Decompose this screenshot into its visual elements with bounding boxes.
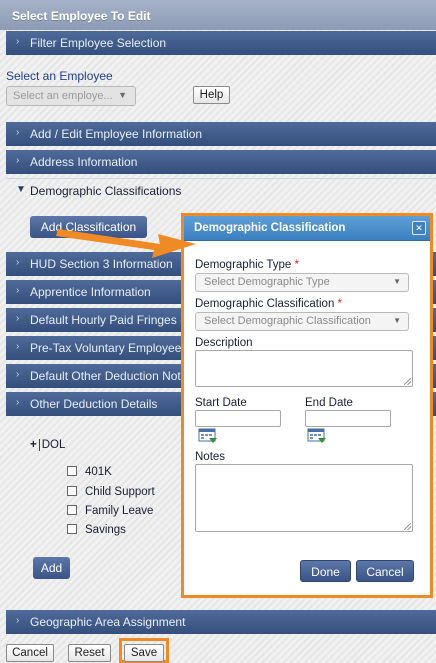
chevron-right-icon: › [16,369,20,380]
chevron-right-icon: › [16,127,20,138]
add-classification-button[interactable]: Add Classification [30,216,147,238]
section-label: Demographic Classifications [30,184,182,198]
close-icon[interactable]: ✕ [412,221,426,235]
section-label: Default Hourly Paid Fringes (As [30,313,199,327]
section-label: Filter Employee Selection [30,36,167,50]
demographic-classification-label: Demographic Classification * [195,298,343,310]
section-filter-employee[interactable]: › Filter Employee Selection [6,31,436,55]
section-add-edit-employee[interactable]: › Add / Edit Employee Information [6,122,436,146]
section-label: Other Deduction Details [30,397,158,411]
end-date-label: End Date [305,397,353,409]
section-label: Default Other Deduction Notes [30,369,194,383]
demographic-classification-dialog: Demographic Classification ✕ Demographic… [181,213,433,598]
chevron-right-icon: › [16,313,20,324]
resize-grip-icon[interactable] [404,523,411,530]
dialog-title-text: Demographic Classification [194,222,346,234]
description-textarea[interactable] [195,350,413,387]
chevron-right-icon: › [16,36,20,47]
notes-label: Notes [195,451,226,463]
employee-select-value: Select an employe... [13,90,113,102]
checkbox-label: 401K [85,466,112,478]
reset-button[interactable]: Reset [68,644,111,662]
chevron-down-icon: ▼ [393,316,401,325]
dialog-cancel-button[interactable]: Cancel [356,560,414,582]
calendar-icon[interactable] [198,428,218,444]
checkbox[interactable] [67,505,77,515]
section-label: HUD Section 3 Information [30,257,173,271]
add-deduction-button[interactable]: Add [33,557,70,579]
section-label: Pre-Tax Voluntary Employee Co [30,341,201,355]
chevron-right-icon: › [16,341,20,352]
chevron-down-icon: ▼ [16,184,26,195]
checkbox-label: Child Support [85,486,155,498]
cancel-button[interactable]: Cancel [6,644,54,662]
resize-grip-icon[interactable] [404,378,411,385]
employee-label: Select an Employee [6,69,113,83]
section-demographic-classifications[interactable]: ▼ Demographic Classifications [6,178,436,202]
dol-tree-node[interactable]: + DOL [30,439,65,451]
done-button[interactable]: Done [300,560,351,582]
deduction-checkbox-row[interactable]: Child Support [67,486,155,498]
section-label: Apprentice Information [30,285,151,299]
description-label: Description [195,337,253,349]
demographic-classification-select[interactable]: Select Demographic Classification ▼ [195,312,409,331]
checkbox-label: Family Leave [85,505,154,517]
select-value: Select Demographic Classification [204,315,371,327]
save-button[interactable]: Save [124,644,164,662]
checkbox-label: Savings [85,524,126,536]
section-label: Geographic Area Assignment [30,615,186,629]
deduction-checkbox-row[interactable]: Savings [67,524,126,536]
employee-select[interactable]: Select an employe... ▼ [6,86,136,106]
select-value: Select Demographic Type [204,276,330,288]
chevron-right-icon: › [16,285,20,296]
notes-textarea[interactable] [195,464,413,532]
section-label: Address Information [30,155,138,169]
start-date-input[interactable] [195,410,281,427]
chevron-right-icon: › [16,397,20,408]
help-button[interactable]: Help [193,86,230,104]
checkbox[interactable] [67,524,77,534]
expand-icon[interactable]: + [30,439,37,451]
demographic-type-label: Demographic Type * [195,259,299,271]
chevron-right-icon: › [16,615,20,626]
calendar-icon[interactable] [307,428,327,444]
demographic-type-select[interactable]: Select Demographic Type ▼ [195,273,409,292]
chevron-right-icon: › [16,257,20,268]
section-label: Add / Edit Employee Information [30,127,203,141]
end-date-input[interactable] [305,410,391,427]
chevron-down-icon: ▼ [118,90,127,100]
deduction-checkbox-row[interactable]: 401K [67,466,112,478]
section-address-information[interactable]: › Address Information [6,150,436,174]
section-geographic-area[interactable]: › Geographic Area Assignment [6,610,436,634]
deduction-checkbox-row[interactable]: Family Leave [67,505,153,517]
start-date-label: Start Date [195,397,247,409]
checkbox[interactable] [67,486,77,496]
checkbox[interactable] [67,466,77,476]
chevron-right-icon: › [16,155,20,166]
dialog-title: Demographic Classification ✕ [184,216,430,241]
chevron-down-icon: ▼ [393,277,401,286]
page-title: Select Employee To Edit [0,0,436,30]
dol-label: DOL [41,439,66,452]
